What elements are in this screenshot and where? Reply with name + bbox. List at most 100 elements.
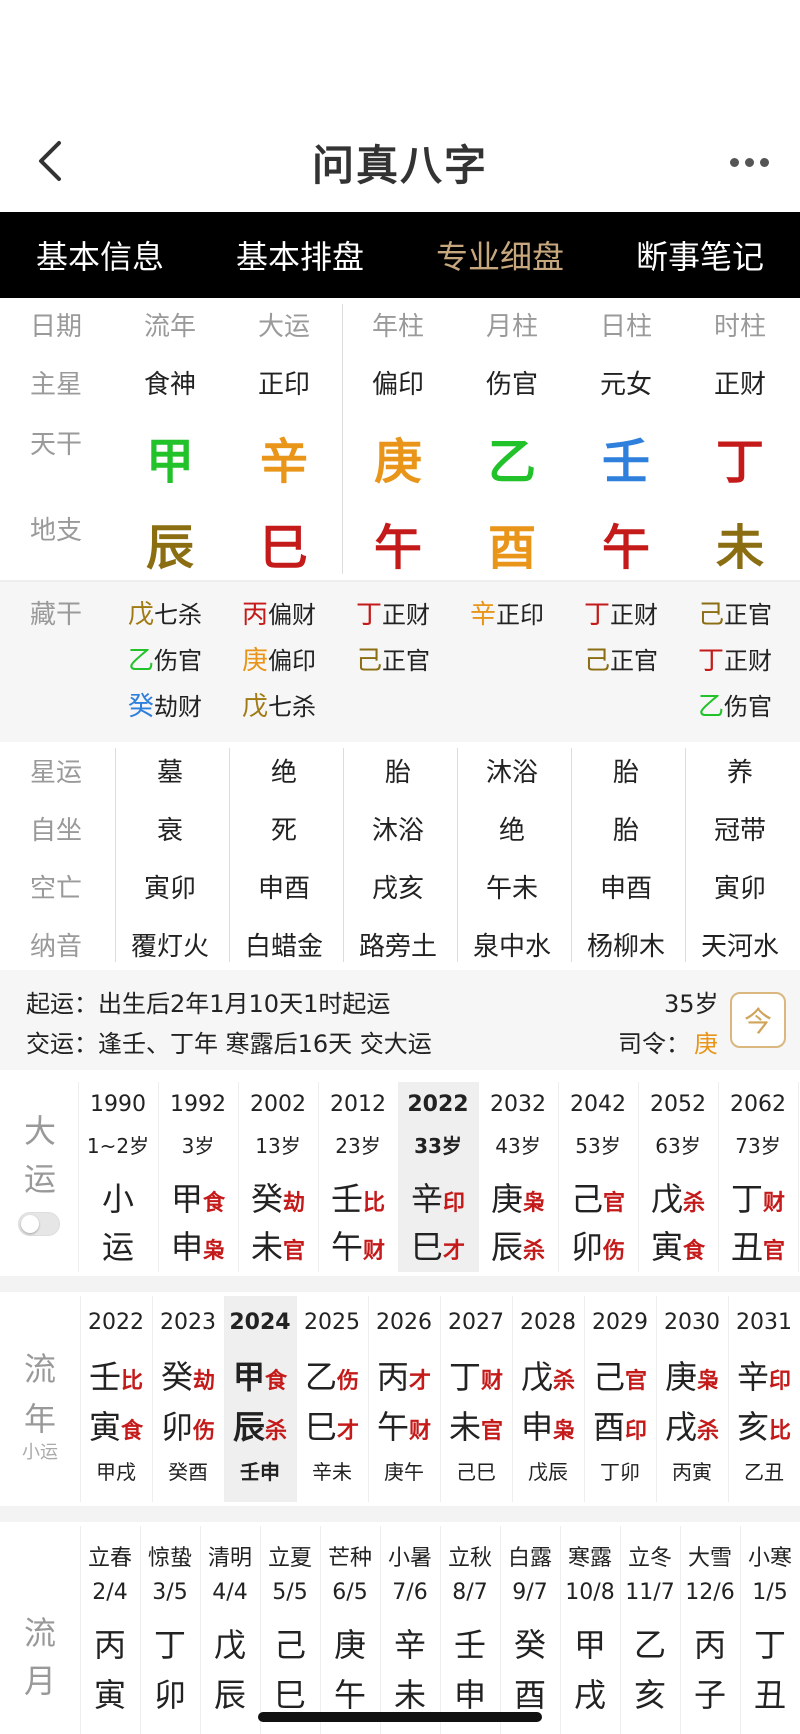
tab-basic-info[interactable]: 基本信息: [0, 212, 200, 298]
liuyue-column[interactable]: 白露 9/7 癸酉: [500, 1526, 560, 1734]
dayun-column[interactable]: 1990 1~2岁小运: [78, 1082, 158, 1272]
liuyue-column[interactable]: 惊蛰 3/5 丁卯: [140, 1526, 200, 1734]
lower-cell: 天河水: [700, 932, 779, 962]
dayun-branch: 卯伤: [558, 1222, 638, 1268]
liunian-divider: [224, 1296, 225, 1502]
lower-cell: 白蜡金: [244, 932, 323, 962]
hidden-stem: 丁: [584, 600, 611, 630]
liuyue-column[interactable]: 大雪 12/6 丙子: [680, 1526, 740, 1734]
stem-char: 甲: [170, 1180, 203, 1218]
col-head: 月柱: [485, 312, 538, 342]
liunian-column[interactable]: 2022 壬比 寅食 甲戌: [80, 1296, 152, 1502]
liuyue-column[interactable]: 芒种 6/5 庚午: [320, 1526, 380, 1734]
liunian-branch: 巳才: [296, 1402, 368, 1448]
liuyue-column[interactable]: 立夏 5/5 己巳: [260, 1526, 320, 1734]
branch-god: 枭: [553, 1419, 576, 1444]
term-date: 8/7: [452, 1580, 488, 1605]
liunian-year: 2031: [736, 1310, 792, 1335]
dayun-age: 1~2岁: [86, 1134, 150, 1158]
liuyue-column[interactable]: 小暑 7/6 辛未: [380, 1526, 440, 1734]
xiaoyun-ganzhi: 丁卯: [600, 1460, 640, 1484]
stem-char: 癸: [250, 1180, 283, 1218]
liunian-branch: 酉印: [584, 1402, 656, 1448]
liunian-column[interactable]: 2028 戊杀 申枭 戊辰: [512, 1296, 584, 1502]
branch-god: 食: [683, 1239, 706, 1264]
liuyue-branch: 巳: [273, 1676, 306, 1714]
xiaoyun-ganzhi: 甲戌: [96, 1460, 136, 1484]
liuyue-column[interactable]: 立秋 8/7 壬申: [440, 1526, 500, 1734]
dayun-branch: 丑官: [718, 1222, 798, 1268]
liunian-stem: 己官: [584, 1352, 656, 1398]
liuyue-divider: [80, 1526, 81, 1734]
dayun-divider: [318, 1082, 319, 1272]
solar-term: 立冬: [627, 1546, 672, 1571]
liunian-column[interactable]: 2023 癸劫 卯伤 癸酉: [152, 1296, 224, 1502]
lower-cell: 寅卯: [713, 874, 766, 904]
liunian-column[interactable]: 2029 己官 酉印 丁卯: [584, 1296, 656, 1502]
liuyue-branch: 子: [693, 1676, 726, 1714]
dayun-column[interactable]: 2022 33岁 辛印 巳才: [398, 1082, 478, 1272]
hidden-stem-item: 己正官: [698, 594, 772, 631]
dayun-divider: [638, 1082, 639, 1272]
tab-basic-chart[interactable]: 基本排盘: [200, 212, 400, 298]
heavenly-stem: 乙: [487, 434, 536, 490]
liuyue-column[interactable]: 立冬 11/7 乙亥: [620, 1526, 680, 1734]
stem-char: 戊: [650, 1180, 683, 1218]
tab-pro-detail[interactable]: 专业细盘: [400, 212, 600, 298]
dayun-column[interactable]: 2002 13岁 癸劫 未官: [238, 1082, 318, 1272]
solar-term: 大雪: [687, 1546, 732, 1571]
liuyue-column[interactable]: 寒露 10/8 甲戌: [560, 1526, 620, 1734]
dayun-column[interactable]: 2062 73岁 丁财 丑官: [718, 1082, 798, 1272]
liunian-divider: [152, 1296, 153, 1502]
stem-god: 印: [443, 1191, 466, 1216]
heavenly-stem: 壬: [601, 434, 650, 490]
dayun-column[interactable]: 2052 63岁 戊杀 寅食: [638, 1082, 718, 1272]
term-date: 7/6: [392, 1580, 428, 1605]
liunian-label-1: 流: [23, 1350, 56, 1388]
stem-char: 庚: [490, 1180, 523, 1218]
dayun-column[interactable]: 1992 3岁 甲食 申枭: [158, 1082, 238, 1272]
term-date: 12/6: [685, 1580, 735, 1605]
liuyue-column[interactable]: 清明 4/4 戊辰: [200, 1526, 260, 1734]
liuyue-column[interactable]: 立春 2/4 丙寅: [80, 1526, 140, 1734]
solar-term: 芒种: [327, 1546, 372, 1571]
heavenly-stem: 甲: [145, 434, 194, 490]
ten-god: 正财: [382, 601, 431, 629]
ten-god: 偏财: [268, 601, 317, 629]
term-date: 1/5: [752, 1580, 788, 1605]
earthly-branch: 辰: [145, 520, 194, 576]
hidden-stem-item: 戊七杀: [242, 686, 316, 723]
liuyue-column[interactable]: 小寒 1/5 丁丑: [740, 1526, 800, 1734]
solar-term: 立夏: [267, 1546, 312, 1571]
xiaoyun-ganzhi: 丙寅: [672, 1460, 712, 1484]
liunian-branch: 戌杀: [656, 1402, 728, 1448]
liunian-column[interactable]: 2027 丁财 未官 己巳: [440, 1296, 512, 1502]
tab-notes[interactable]: 断事笔记: [600, 212, 800, 298]
dayun-age: 73岁: [735, 1134, 781, 1158]
jiaoyun-text: 交运：逢壬、丁年 寒露后16天 交大运: [26, 1030, 432, 1058]
calendar-today-icon[interactable]: 今: [730, 992, 786, 1048]
ten-god: 偏印: [268, 647, 317, 675]
dayun-column[interactable]: 2012 23岁 壬比 午财: [318, 1082, 398, 1272]
liunian-column[interactable]: 2024 甲食 辰杀 壬申: [224, 1296, 296, 1502]
dayun-year: 2062: [730, 1092, 786, 1117]
dayun-toggle[interactable]: [18, 1212, 60, 1236]
branch-char: 午: [376, 1408, 409, 1446]
hidden-stem: 丙: [242, 600, 269, 630]
dayun-column[interactable]: 2032 43岁 庚枭 辰杀: [478, 1082, 558, 1272]
stem-god: 枭: [697, 1369, 720, 1394]
liunian-column[interactable]: 2025 乙伤 巳才 辛未: [296, 1296, 368, 1502]
branch-god: 印: [625, 1419, 648, 1444]
liunian-column[interactable]: 2031 辛印 亥比 乙丑: [728, 1296, 800, 1502]
liunian-column[interactable]: 2026 丙才 午财 庚午: [368, 1296, 440, 1502]
branch-char: 午: [330, 1228, 363, 1266]
liunian-column[interactable]: 2030 庚枭 戌杀 丙寅: [656, 1296, 728, 1502]
column-divider: [343, 748, 344, 962]
liunian-label-2: 年: [23, 1400, 56, 1438]
heavenly-stem: 辛: [259, 434, 308, 490]
more-button[interactable]: [724, 142, 774, 182]
dayun-column[interactable]: 2042 53岁 己官 卯伤: [558, 1082, 638, 1272]
main-star: 正财: [713, 370, 766, 400]
stem-char: 辛: [410, 1180, 443, 1218]
branch-char: 亥: [736, 1408, 769, 1446]
